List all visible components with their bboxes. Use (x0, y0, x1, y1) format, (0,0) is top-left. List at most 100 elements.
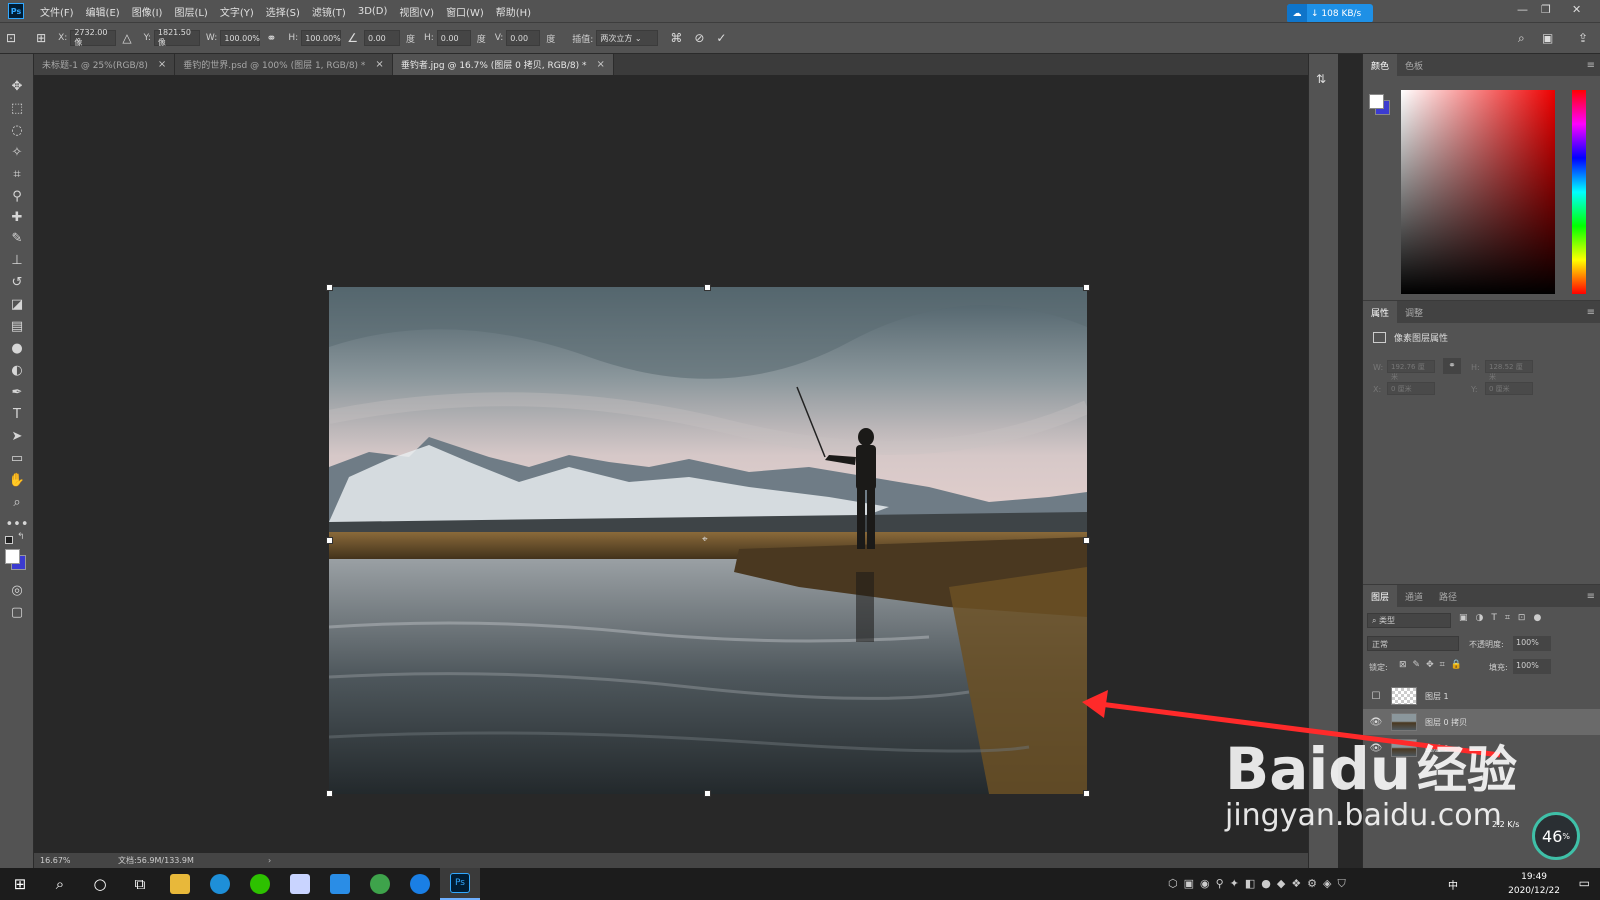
transform-tool-icon[interactable]: ⊡ (6, 31, 16, 45)
more-tools-icon[interactable]: ••• (5, 514, 29, 534)
close-icon[interactable]: × (375, 59, 383, 70)
menu-edit[interactable]: 编辑(E) (80, 4, 126, 19)
photoshop-taskbar-icon[interactable]: Ps (440, 868, 480, 900)
edge-browser-icon[interactable] (200, 868, 240, 900)
eyedropper-tool-icon[interactable]: ⚲ (5, 186, 29, 206)
zoom-level[interactable]: 16.67% (40, 856, 104, 865)
notes-app-icon[interactable] (320, 868, 360, 900)
link-icon[interactable]: ⚭ (1443, 358, 1461, 374)
tab-fishing-world-psd[interactable]: 垂钓的世界.psd @ 100% (图层 1, RGB/8) * × (175, 54, 393, 75)
tab-untitled-1[interactable]: 未标题-1 @ 25%(RGB/8) × (34, 54, 176, 75)
vskew-field[interactable]: 0.00 (506, 30, 541, 46)
prop-height-field[interactable]: 128.52 厘米 (1485, 360, 1533, 381)
transform-handle[interactable] (326, 537, 333, 544)
menu-filter[interactable]: 滤镜(T) (306, 4, 352, 19)
foreground-color-swatch[interactable] (5, 549, 20, 564)
magic-wand-tool-icon[interactable]: ✧ (5, 142, 29, 162)
search-icon[interactable]: ⌕ (40, 868, 80, 900)
tab-properties[interactable]: 属性 (1363, 301, 1398, 323)
lock-icons[interactable]: ⊠✎✥⌗🔒 (1399, 660, 1468, 670)
workspace-icon[interactable]: ▣ (1542, 31, 1553, 45)
tab-adjustments[interactable]: 调整 (1397, 301, 1431, 323)
eye-icon[interactable]: 👁 (1369, 717, 1383, 728)
tab-fisherman-jpg[interactable]: 垂钓者.jpg @ 16.7% (图层 0 拷贝, RGB/8) * × (392, 54, 614, 75)
x-field[interactable]: 2732.00 像 (70, 28, 117, 47)
foreground-color-swatch[interactable] (1369, 94, 1384, 109)
color-field[interactable] (1401, 90, 1555, 294)
reference-point-marker[interactable]: ⌖ (702, 534, 708, 545)
windows-start-icon[interactable]: ⊞ (0, 868, 40, 900)
lasso-tool-icon[interactable]: ◌ (5, 120, 29, 140)
move-tool-icon[interactable]: ✥ (5, 76, 29, 96)
transform-handle[interactable] (326, 284, 333, 291)
delta-icon[interactable]: △ (122, 31, 131, 45)
rectangle-tool-icon[interactable]: ▭ (5, 448, 29, 468)
y-field[interactable]: 1821.50 像 (153, 28, 200, 47)
hskew-field[interactable]: 0.00 (436, 30, 471, 46)
menu-image[interactable]: 图像(I) (126, 4, 169, 19)
tab-channels[interactable]: 通道 (1397, 585, 1431, 607)
file-explorer-icon[interactable] (160, 868, 200, 900)
stamp-tool-icon[interactable]: ⊥ (5, 250, 29, 270)
quick-mask-icon[interactable]: ◎ (5, 580, 29, 600)
hand-tool-icon[interactable]: ✋ (5, 470, 29, 490)
system-tray-icons[interactable]: ⬡▣◉⚲✦◧●◆❖⚙◈⛉ (1168, 877, 1352, 891)
height-field[interactable]: 100.00% (301, 30, 342, 46)
width-field[interactable]: 100.00% (220, 30, 261, 46)
default-colors-icon[interactable] (5, 536, 13, 544)
menu-view[interactable]: 视图(V) (393, 4, 440, 19)
layer-row[interactable]: ☐ 图层 1 (1363, 683, 1600, 709)
fill-field[interactable]: 100% (1513, 659, 1551, 674)
interpolation-select[interactable]: 两次立方 ⌄ (596, 30, 659, 46)
eraser-tool-icon[interactable]: ◪ (5, 294, 29, 314)
menu-select[interactable]: 选择(S) (260, 4, 306, 19)
pen-tool-icon[interactable]: ✒ (5, 382, 29, 402)
blend-mode-select[interactable]: 正常 (1367, 636, 1459, 651)
cancel-transform-icon[interactable]: ⊘ (694, 31, 704, 45)
panel-menu-icon[interactable]: ≡ (1587, 591, 1595, 602)
brush-tool-icon[interactable]: ✎ (5, 228, 29, 248)
prop-x-field[interactable]: 0 厘米 (1387, 382, 1435, 395)
transform-handle[interactable] (704, 284, 711, 291)
transform-handle[interactable] (326, 790, 333, 797)
photos-app-icon[interactable] (280, 868, 320, 900)
close-icon[interactable]: × (158, 59, 166, 70)
cortana-icon[interactable]: ○ (80, 868, 120, 900)
fisherman-photo[interactable] (329, 287, 1087, 794)
healing-brush-tool-icon[interactable]: ✚ (5, 207, 29, 227)
restore-icon[interactable]: ❐ (1541, 3, 1551, 16)
status-arrow-icon[interactable]: › (268, 856, 271, 865)
wechat-icon[interactable] (240, 868, 280, 900)
history-panel-icon[interactable]: ⇅ (1316, 72, 1326, 86)
kugou-icon[interactable] (400, 868, 440, 900)
eye-icon[interactable]: 👁 (1369, 743, 1383, 754)
panel-menu-icon[interactable]: ≡ (1587, 307, 1595, 318)
share-icon[interactable]: ⇪ (1578, 31, 1588, 45)
canvas-area[interactable]: ⌖ (34, 75, 1308, 853)
screen-mode-icon[interactable]: ▢ (5, 602, 29, 622)
path-selection-tool-icon[interactable]: ➤ (5, 426, 29, 446)
tab-swatches[interactable]: 色板 (1397, 54, 1431, 76)
task-view-icon[interactable]: ⧉ (120, 868, 160, 900)
transform-handle[interactable] (704, 790, 711, 797)
network-speed-badge[interactable]: ☁ ↓ 108 KB/s (1287, 4, 1373, 23)
blur-tool-icon[interactable]: ● (5, 338, 29, 358)
tab-paths[interactable]: 路径 (1431, 585, 1465, 607)
prop-width-field[interactable]: 192.76 厘米 (1387, 360, 1435, 381)
layer-filter-select[interactable]: ⌕ 类型 (1367, 613, 1451, 628)
visibility-toggle[interactable]: ☐ (1369, 691, 1383, 702)
layer-row[interactable]: 👁 图层 0 (1363, 735, 1600, 761)
system-clock[interactable]: 19:49 2020/12/22 (1508, 870, 1560, 898)
crop-tool-icon[interactable]: ⌗ (5, 164, 29, 184)
close-icon[interactable]: ✕ (1572, 3, 1581, 16)
browser-app-icon[interactable] (360, 868, 400, 900)
tab-color[interactable]: 颜色 (1363, 54, 1398, 76)
dodge-tool-icon[interactable]: ◐ (5, 360, 29, 380)
notification-icon[interactable]: ▭ (1579, 876, 1590, 890)
menu-window[interactable]: 窗口(W) (440, 4, 490, 19)
menu-3d[interactable]: 3D(D) (352, 6, 394, 17)
transform-handle[interactable] (1083, 284, 1090, 291)
zoom-tool-icon[interactable]: ⌕ (5, 492, 29, 512)
menu-help[interactable]: 帮助(H) (490, 4, 537, 19)
menu-layer[interactable]: 图层(L) (168, 4, 213, 19)
